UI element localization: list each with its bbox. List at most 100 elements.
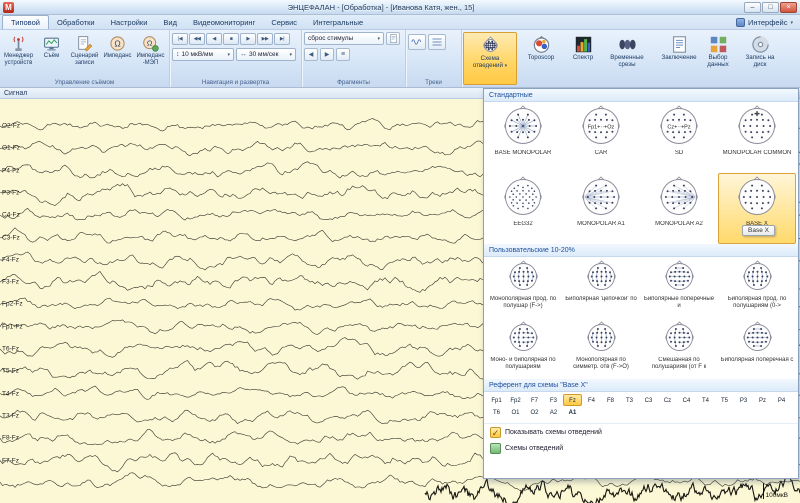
custom-schema-3[interactable]: Биполярная прод. по полушариям (0-> [718,257,796,318]
standard-schema-1[interactable]: Fp1+··+OzCAR [562,102,640,173]
custom-schema-4[interactable]: Моно- и биполярная по полушариям [484,318,562,379]
head-diagram [585,260,618,295]
electrode-O2[interactable]: O2 [525,406,544,418]
show-schemas-checkbox[interactable]: ✓ Показывать схемы отведений [484,423,798,441]
tracks-settings-icon[interactable] [428,34,446,50]
speed-value: 30 мм/сек [249,51,279,58]
custom-schema-0[interactable]: Монополярная прод. по полушар (F->) [484,257,562,318]
ribbon-button-label: Менеджер устройств [2,53,35,66]
electrode-P4[interactable]: P4 [772,394,791,406]
interface-menu-label: Интерфейс [748,18,788,27]
electrode-F4[interactable]: F4 [582,394,601,406]
standard-schema-2[interactable]: Cz+··+PzSD [640,102,718,173]
electrode-Cz[interactable]: Cz [658,394,677,406]
electrode-C3[interactable]: C3 [639,394,658,406]
standard-schema-5[interactable]: MONOPOLAR A1 [562,173,640,244]
signal-header-label: Сигнал [4,90,27,97]
referent-electrode-grid: Fp1Fp2F7F3FzF4F8T3C3CzC4T4T5P3PzP4 T6O1O2… [484,392,798,420]
stop-button[interactable]: ■ [223,33,239,45]
electrode-T4[interactable]: T4 [696,394,715,406]
fragment-prev-icon[interactable]: ◀ [304,48,318,61]
fragment-list-icon[interactable]: ≡ [336,48,350,61]
custom-schema-2[interactable]: Биполярные поперечные и [640,257,718,318]
electrode-O1[interactable]: O1 [506,406,525,418]
standard-schema-4[interactable]: EEG32 [484,173,562,244]
electrode-F3[interactable]: F3 [544,394,563,406]
amplitude-scale: 100мкВ [763,483,789,499]
fast-backward-button[interactable]: ◀◀ [189,33,205,45]
svg-text:Cz+··+Pz: Cz+··+Pz [667,125,690,131]
electrode-T6[interactable]: T6 [487,406,506,418]
lead-schema-button[interactable]: Схема отведений ▾ [463,32,517,85]
interface-menu[interactable]: Интерфейс ▾ [736,18,798,29]
tab-6[interactable]: Интегральные [305,16,371,29]
electrode-Fz[interactable]: Fz [563,394,582,406]
standard-schema-3[interactable]: MONOPOLAR COMMON [718,102,796,173]
custom-schema-7[interactable]: Биполярная поперечная с [718,318,796,379]
standard-schema-6[interactable]: MONOPOLAR A2 [640,173,718,244]
tab-2[interactable]: Настройки [103,16,156,29]
impedance-button[interactable]: ΩИмпеданс [101,32,134,66]
tab-3[interactable]: Вид [155,16,185,29]
electrode-F7[interactable]: F7 [525,394,544,406]
lead-schema-icon [481,35,500,55]
fast-forward-button[interactable]: ▶▶ [257,33,273,45]
close-button[interactable]: × [780,2,797,13]
view-buttons: Схема отведений ▾ToposcopСпектрВременные… [462,30,800,87]
head-diagram [507,321,540,356]
channel-label-O2-Fz: O2-Fz [2,123,20,130]
to-end-button[interactable]: ▶| [274,33,290,45]
report-icon [670,34,689,54]
tab-4[interactable]: Видеомониторинг [185,16,263,29]
electrode-C4[interactable]: C4 [677,394,696,406]
data-select-button[interactable]: Выбор данных [698,32,738,85]
window-controls: – □ × [744,2,797,13]
tab-0[interactable]: Типовой [2,15,49,29]
lead-schemas-item[interactable]: Схемы отведений [484,441,798,456]
electrode-A2[interactable]: A2 [544,406,563,418]
speed-select[interactable]: ↔ 30 мм/сек ▾ [236,48,296,61]
fragment-next-icon[interactable]: ▶ [320,48,334,61]
scale-value: 100мкВ [766,492,789,499]
electrode-Pz[interactable]: Pz [753,394,772,406]
toposcope-button[interactable]: Toposcop [518,32,564,85]
tab-5[interactable]: Сервис [263,16,305,29]
report-button[interactable]: Заключение [661,32,697,85]
head-diagram [736,176,778,220]
impedance-mep-button[interactable]: ΩИмпеданс -МЭП [134,32,167,66]
step-backward-button[interactable]: ◀ [206,33,222,45]
head-diagram [741,260,774,295]
fragment-new-icon[interactable] [386,32,400,45]
time-slices-button[interactable]: Временные срезы [602,32,652,85]
step-forward-button[interactable]: ▶ [240,33,256,45]
disk-button[interactable]: Запись на диск [739,32,781,85]
device-manager-button[interactable]: Менеджер устройств [2,32,35,66]
electrode-P3[interactable]: P3 [734,394,753,406]
acquisition-button[interactable]: Съём [35,32,68,66]
electrode-Fp1[interactable]: Fp1 [487,394,506,406]
electrode-A1[interactable]: A1 [563,406,582,418]
maximize-button[interactable]: □ [762,2,779,13]
channel-label-T5-Fz: T5-Fz [2,368,19,375]
custom-schema-6[interactable]: Смешанная по полушариям (от F к [640,318,718,379]
ribbon-button-label: Съём [35,53,68,60]
to-start-button[interactable]: |◀ [172,33,188,45]
window-title: ЭНЦЕФАЛАН - [Обработка] - [Иванова Катя,… [18,3,744,12]
spectrum-button[interactable]: Спектр [565,32,601,85]
ribbon-button-label: Импеданс -МЭП [134,53,167,66]
custom-schema-1[interactable]: Биполярная 'цепочкой' по [562,257,640,318]
channel-label-P4-Fz: P4-Fz [2,167,19,174]
minimize-button[interactable]: – [744,2,761,13]
electrode-T3[interactable]: T3 [620,394,639,406]
electrode-F8[interactable]: F8 [601,394,620,406]
scenario-button[interactable]: Сценарий записи [68,32,101,66]
custom-schema-5[interactable]: Монополярная по симметр. отв (F->O) [562,318,640,379]
gain-select[interactable]: ↕ 10 мкВ/мм ▾ [172,48,234,61]
tab-1[interactable]: Обработки [49,16,103,29]
schema-label: BASE MONOPOLAR [494,150,553,157]
electrode-T5[interactable]: T5 [715,394,734,406]
tracks-wave-icon[interactable] [408,34,426,50]
fragment-type-select[interactable]: сброс стимулы ▾ [304,32,384,45]
standard-schema-0[interactable]: BASE MONOPOLAR [484,102,562,173]
electrode-Fp2[interactable]: Fp2 [506,394,525,406]
